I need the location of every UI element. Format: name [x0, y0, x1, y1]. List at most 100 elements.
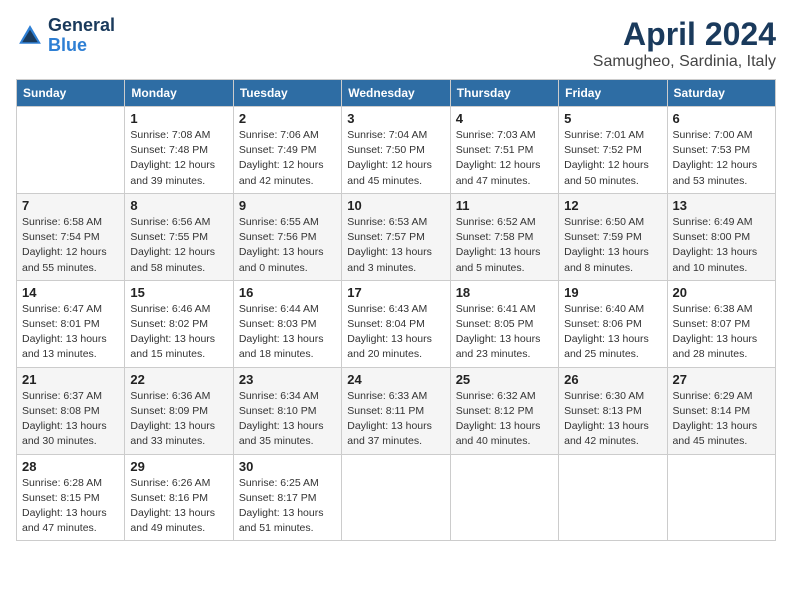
calendar-cell: 21 Sunrise: 6:37 AMSunset: 8:08 PMDayligh…: [17, 367, 125, 454]
calendar-cell: 29 Sunrise: 6:26 AMSunset: 8:16 PMDayligh…: [125, 454, 233, 541]
day-number: 13: [673, 198, 770, 213]
day-info: Sunrise: 6:49 AMSunset: 8:00 PMDaylight:…: [673, 215, 770, 276]
day-number: 27: [673, 372, 770, 387]
calendar-cell: 16 Sunrise: 6:44 AMSunset: 8:03 PMDayligh…: [233, 280, 341, 367]
day-number: 17: [347, 285, 444, 300]
day-number: 10: [347, 198, 444, 213]
calendar-cell: 26Sunrise: 6:30 AMSunset: 8:13 PMDayligh…: [559, 367, 667, 454]
title-block: April 2024 Samugheo, Sardinia, Italy: [593, 16, 776, 71]
page-header: General Blue April 2024 Samugheo, Sardin…: [16, 16, 776, 71]
calendar-cell: [450, 454, 558, 541]
day-number: 18: [456, 285, 553, 300]
day-info: Sunrise: 7:03 AMSunset: 7:51 PMDaylight:…: [456, 128, 553, 189]
day-number: 19: [564, 285, 661, 300]
calendar-cell: 28 Sunrise: 6:28 AMSunset: 8:15 PMDayligh…: [17, 454, 125, 541]
calendar-cell: 27Sunrise: 6:29 AMSunset: 8:14 PMDayligh…: [667, 367, 775, 454]
day-number: 7: [22, 198, 119, 213]
logo-text-general: General: [48, 16, 115, 36]
calendar-cell: 8 Sunrise: 6:56 AMSunset: 7:55 PMDaylight…: [125, 193, 233, 280]
day-info: Sunrise: 6:38 AMSunset: 8:07 PMDaylight:…: [673, 302, 770, 363]
day-info: Sunrise: 7:00 AMSunset: 7:53 PMDaylight:…: [673, 128, 770, 189]
header-thursday: Thursday: [450, 80, 558, 107]
header-friday: Friday: [559, 80, 667, 107]
day-number: 9: [239, 198, 336, 213]
calendar-cell: 14Sunrise: 6:47 AMSunset: 8:01 PMDayligh…: [17, 280, 125, 367]
day-number: 6: [673, 111, 770, 126]
calendar-cell: 13 Sunrise: 6:49 AMSunset: 8:00 PMDayligh…: [667, 193, 775, 280]
calendar-cell: 2 Sunrise: 7:06 AMSunset: 7:49 PMDaylight…: [233, 107, 341, 194]
calendar-week-row: 21 Sunrise: 6:37 AMSunset: 8:08 PMDayligh…: [17, 367, 776, 454]
month-title: April 2024: [593, 16, 776, 53]
day-number: 1: [130, 111, 227, 126]
day-info: Sunrise: 6:55 AMSunset: 7:56 PMDaylight:…: [239, 215, 336, 276]
day-number: 8: [130, 198, 227, 213]
day-number: 24: [347, 372, 444, 387]
day-number: 3: [347, 111, 444, 126]
day-info: Sunrise: 6:52 AMSunset: 7:58 PMDaylight:…: [456, 215, 553, 276]
day-info: Sunrise: 6:43 AMSunset: 8:04 PMDaylight:…: [347, 302, 444, 363]
day-info: Sunrise: 6:32 AMSunset: 8:12 PMDaylight:…: [456, 389, 553, 450]
calendar-cell: 7 Sunrise: 6:58 AMSunset: 7:54 PMDaylight…: [17, 193, 125, 280]
day-info: Sunrise: 6:36 AMSunset: 8:09 PMDaylight:…: [130, 389, 227, 450]
day-info: Sunrise: 6:46 AMSunset: 8:02 PMDaylight:…: [130, 302, 227, 363]
day-number: 22: [130, 372, 227, 387]
calendar-cell: 9 Sunrise: 6:55 AMSunset: 7:56 PMDaylight…: [233, 193, 341, 280]
calendar-week-row: 1 Sunrise: 7:08 AMSunset: 7:48 PMDaylight…: [17, 107, 776, 194]
calendar-cell: 12Sunrise: 6:50 AMSunset: 7:59 PMDayligh…: [559, 193, 667, 280]
day-number: 16: [239, 285, 336, 300]
day-number: 28: [22, 459, 119, 474]
calendar-week-row: 14Sunrise: 6:47 AMSunset: 8:01 PMDayligh…: [17, 280, 776, 367]
day-info: Sunrise: 6:26 AMSunset: 8:16 PMDaylight:…: [130, 476, 227, 537]
day-info: Sunrise: 6:56 AMSunset: 7:55 PMDaylight:…: [130, 215, 227, 276]
calendar-cell: 19 Sunrise: 6:40 AMSunset: 8:06 PMDayligh…: [559, 280, 667, 367]
day-info: Sunrise: 7:08 AMSunset: 7:48 PMDaylight:…: [130, 128, 227, 189]
day-number: 21: [22, 372, 119, 387]
calendar-cell: [342, 454, 450, 541]
calendar-cell: 15 Sunrise: 6:46 AMSunset: 8:02 PMDayligh…: [125, 280, 233, 367]
calendar-header-row: SundayMondayTuesdayWednesdayThursdayFrid…: [17, 80, 776, 107]
day-number: 11: [456, 198, 553, 213]
day-number: 12: [564, 198, 661, 213]
day-number: 29: [130, 459, 227, 474]
calendar-cell: [17, 107, 125, 194]
calendar-cell: [667, 454, 775, 541]
day-info: Sunrise: 6:58 AMSunset: 7:54 PMDaylight:…: [22, 215, 119, 276]
location-subtitle: Samugheo, Sardinia, Italy: [593, 53, 776, 71]
day-number: 15: [130, 285, 227, 300]
calendar-week-row: 28 Sunrise: 6:28 AMSunset: 8:15 PMDayligh…: [17, 454, 776, 541]
calendar-cell: [559, 454, 667, 541]
calendar-week-row: 7 Sunrise: 6:58 AMSunset: 7:54 PMDaylight…: [17, 193, 776, 280]
day-number: 14: [22, 285, 119, 300]
logo-icon: [16, 22, 44, 50]
logo-text-blue: Blue: [48, 36, 115, 56]
day-number: 20: [673, 285, 770, 300]
day-info: Sunrise: 6:53 AMSunset: 7:57 PMDaylight:…: [347, 215, 444, 276]
calendar-cell: 18 Sunrise: 6:41 AMSunset: 8:05 PMDayligh…: [450, 280, 558, 367]
day-info: Sunrise: 7:04 AMSunset: 7:50 PMDaylight:…: [347, 128, 444, 189]
day-info: Sunrise: 6:40 AMSunset: 8:06 PMDaylight:…: [564, 302, 661, 363]
day-number: 26: [564, 372, 661, 387]
calendar-cell: 4 Sunrise: 7:03 AMSunset: 7:51 PMDaylight…: [450, 107, 558, 194]
day-info: Sunrise: 6:44 AMSunset: 8:03 PMDaylight:…: [239, 302, 336, 363]
calendar-cell: 10 Sunrise: 6:53 AMSunset: 7:57 PMDayligh…: [342, 193, 450, 280]
calendar-cell: 5Sunrise: 7:01 AMSunset: 7:52 PMDaylight…: [559, 107, 667, 194]
day-info: Sunrise: 6:37 AMSunset: 8:08 PMDaylight:…: [22, 389, 119, 450]
logo: General Blue: [16, 16, 115, 56]
day-info: Sunrise: 7:06 AMSunset: 7:49 PMDaylight:…: [239, 128, 336, 189]
header-saturday: Saturday: [667, 80, 775, 107]
day-info: Sunrise: 6:33 AMSunset: 8:11 PMDaylight:…: [347, 389, 444, 450]
day-info: Sunrise: 6:25 AMSunset: 8:17 PMDaylight:…: [239, 476, 336, 537]
day-info: Sunrise: 7:01 AMSunset: 7:52 PMDaylight:…: [564, 128, 661, 189]
day-number: 2: [239, 111, 336, 126]
day-number: 4: [456, 111, 553, 126]
header-monday: Monday: [125, 80, 233, 107]
calendar-cell: 20 Sunrise: 6:38 AMSunset: 8:07 PMDayligh…: [667, 280, 775, 367]
day-info: Sunrise: 6:41 AMSunset: 8:05 PMDaylight:…: [456, 302, 553, 363]
calendar-cell: 22 Sunrise: 6:36 AMSunset: 8:09 PMDayligh…: [125, 367, 233, 454]
header-sunday: Sunday: [17, 80, 125, 107]
calendar-cell: 23Sunrise: 6:34 AMSunset: 8:10 PMDayligh…: [233, 367, 341, 454]
day-info: Sunrise: 6:28 AMSunset: 8:15 PMDaylight:…: [22, 476, 119, 537]
calendar-cell: 6 Sunrise: 7:00 AMSunset: 7:53 PMDaylight…: [667, 107, 775, 194]
day-number: 25: [456, 372, 553, 387]
calendar-table: SundayMondayTuesdayWednesdayThursdayFrid…: [16, 79, 776, 541]
